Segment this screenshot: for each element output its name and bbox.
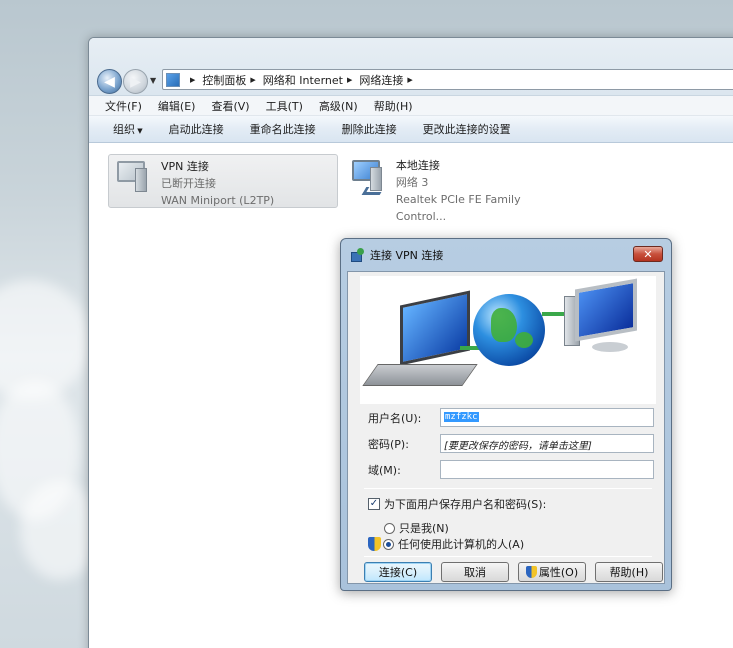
password-label: 密码(P): [368,437,409,451]
dialog-title: 连接 VPN 连接 [370,249,444,262]
menu-file[interactable]: 文件(F) [105,98,142,114]
vpn-connection-icon [113,158,153,200]
breadcrumb-network-internet[interactable]: 网络和 Internet [263,72,343,88]
change-settings-button[interactable]: 更改此连接的设置 [423,121,511,137]
properties-button[interactable]: 属性(O) [518,562,586,582]
vpn-connect-dialog: 连接 VPN 连接 ✕ 用户名(U): mzfzkc 密码(P): [要更改保存… [340,238,672,591]
domain-field[interactable] [440,460,654,479]
connection-name: VPN 连接 [161,160,209,173]
username-field[interactable]: mzfzkc [440,408,654,427]
window-chrome: ◀ ▶ ▼ ▶ 控制面板 ▶ 网络和 Internet ▶ 网络连接 ▶ [89,38,733,96]
menu-advanced[interactable]: 高级(N) [319,98,358,114]
dialog-titlebar[interactable]: 连接 VPN 连接 ✕ [347,239,665,271]
connection-device: Realtek PCIe FE Family Control... [395,193,521,223]
username-row: 用户名(U): mzfzkc [368,408,654,427]
radio-only-me[interactable] [384,522,395,534]
connection-status: 已断开连接 [161,177,216,190]
breadcrumb-separator[interactable]: ▶ [250,76,255,84]
back-button[interactable]: ◀ [97,69,122,94]
globe-icon [473,294,545,366]
breadcrumb-control-panel[interactable]: 控制面板 [202,72,246,88]
close-button[interactable]: ✕ [633,246,663,262]
server-computer-icon [575,278,637,342]
breadcrumb-network-connections[interactable]: 网络连接 [359,72,403,88]
username-value: mzfzkc [444,412,479,422]
menu-edit[interactable]: 编辑(E) [158,98,196,114]
domain-row: 域(M): [368,460,654,479]
divider [364,488,652,489]
dialog-buttons: 连接(C) 取消 属性(O) 帮助(H) [364,562,672,582]
breadcrumb-separator[interactable]: ▶ [347,76,352,84]
connection-item-local[interactable]: 本地连接 网络 3 Realtek PCIe FE Family Control… [344,154,574,223]
save-credentials-label[interactable]: 为下面用户保存用户名和密码(S): [384,496,546,512]
radio-row-me: 只是我(N) [384,520,449,536]
save-credentials-checkbox[interactable]: ✓ [368,498,380,510]
password-row: 密码(P): [要更改保存的密码，请单击这里] [368,434,654,453]
connection-device: WAN Miniport (L2TP) [161,194,275,207]
forward-button[interactable]: ▶ [123,69,148,94]
breadcrumb-separator[interactable]: ▶ [407,76,412,84]
connection-name: 本地连接 [395,159,440,172]
connect-button[interactable]: 连接(C) [364,562,432,582]
password-field[interactable]: [要更改保存的密码，请单击这里] [440,434,654,453]
network-connection-icon [348,157,388,199]
properties-label: 属性(O) [538,566,579,579]
breadcrumb-separator[interactable]: ▶ [190,76,195,84]
control-panel-icon [166,72,180,87]
radio-anyone-label[interactable]: 任何使用此计算机的人(A) [398,536,524,552]
connection-status: 网络 3 [395,176,429,189]
menu-bar: 文件(F) 编辑(E) 查看(V) 工具(T) 高级(N) 帮助(H) [89,96,733,116]
radio-anyone[interactable] [383,538,394,550]
organize-button[interactable]: 组织 [113,121,143,137]
uac-shield-icon [368,537,381,551]
vpn-banner-illustration [360,276,656,404]
save-credentials-row: ✓ 为下面用户保存用户名和密码(S): [368,496,546,512]
rename-connection-button[interactable]: 重命名此连接 [250,121,316,137]
vpn-icon [351,248,365,262]
connection-item-vpn[interactable]: VPN 连接 已断开连接 WAN Miniport (L2TP) [108,154,338,208]
uac-shield-icon [525,566,537,578]
menu-help[interactable]: 帮助(H) [374,98,413,114]
divider [364,556,652,557]
recent-pages-dropdown[interactable]: ▼ [150,76,156,85]
radio-row-anyone: 任何使用此计算机的人(A) [368,536,524,552]
help-button[interactable]: 帮助(H) [595,562,663,582]
delete-connection-button[interactable]: 删除此连接 [342,121,397,137]
cancel-button[interactable]: 取消 [441,562,509,582]
username-label: 用户名(U): [368,411,422,425]
domain-label: 域(M): [368,463,401,477]
radio-only-me-label[interactable]: 只是我(N) [399,520,449,536]
start-connection-button[interactable]: 启动此连接 [169,121,224,137]
menu-tools[interactable]: 工具(T) [266,98,303,114]
laptop-icon [400,290,470,366]
command-bar: 组织 启动此连接 重命名此连接 删除此连接 更改此连接的设置 [89,116,733,143]
dialog-client-area: 用户名(U): mzfzkc 密码(P): [要更改保存的密码，请单击这里] 域… [347,271,665,584]
menu-view[interactable]: 查看(V) [211,98,249,114]
address-bar[interactable]: ▶ 控制面板 ▶ 网络和 Internet ▶ 网络连接 ▶ [162,69,733,90]
